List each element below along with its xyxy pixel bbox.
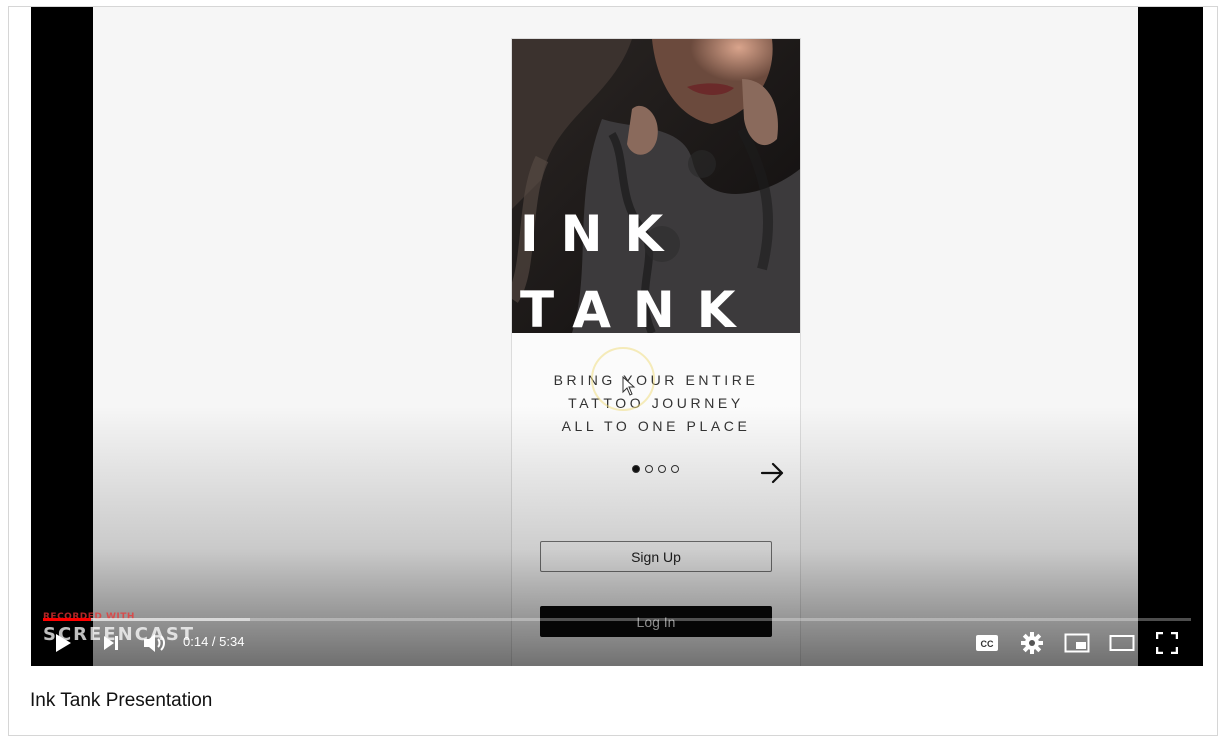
app-mockup: INK TANK BRING YOUR ENTIRE TATTOO JOURNE…	[511, 38, 801, 666]
captions-button[interactable]: CC	[969, 625, 1005, 661]
tagline: BRING YOUR ENTIRE TATTOO JOURNEY ALL TO …	[512, 369, 800, 438]
next-arrow-icon[interactable]	[760, 461, 786, 485]
play-button[interactable]	[45, 625, 81, 661]
next-icon	[104, 636, 118, 650]
brand-line-2: TANK	[520, 281, 758, 333]
theater-icon	[1109, 635, 1135, 651]
hero-image: INK TANK	[512, 39, 800, 333]
miniplayer-button[interactable]	[1059, 625, 1095, 661]
tagline-line: ALL TO ONE PLACE	[561, 418, 751, 434]
time-display: 0:14 / 5:34	[183, 634, 245, 649]
signup-button[interactable]: Sign Up	[540, 541, 772, 572]
cc-icon: CC	[976, 635, 998, 651]
fullscreen-icon	[1156, 632, 1178, 654]
progress-bar[interactable]	[43, 618, 1191, 621]
carousel-dot[interactable]	[671, 465, 679, 473]
mouse-cursor-icon	[622, 376, 636, 396]
carousel-dot[interactable]	[632, 465, 640, 473]
svg-text:CC: CC	[981, 639, 994, 649]
video-title: Ink Tank Presentation	[30, 690, 213, 711]
next-button[interactable]	[93, 625, 129, 661]
play-icon	[56, 634, 71, 652]
tagline-line: BRING YOUR ENTIRE	[553, 372, 759, 388]
video-player[interactable]: INK TANK BRING YOUR ENTIRE TATTOO JOURNE…	[31, 7, 1203, 666]
settings-button[interactable]	[1014, 625, 1050, 661]
brand-line-1: INK	[520, 205, 686, 263]
volume-icon	[144, 634, 165, 652]
miniplayer-icon	[1064, 633, 1090, 653]
fullscreen-button[interactable]	[1149, 625, 1185, 661]
carousel-dot[interactable]	[645, 465, 653, 473]
tagline-line: TATTOO JOURNEY	[568, 395, 744, 411]
player-controls: 0:14 / 5:34 CC	[31, 625, 1203, 661]
volume-button[interactable]	[137, 625, 173, 661]
progress-played	[43, 618, 92, 621]
theater-button[interactable]	[1104, 625, 1140, 661]
carousel-dot[interactable]	[658, 465, 666, 473]
video-frame: INK TANK BRING YOUR ENTIRE TATTOO JOURNE…	[93, 7, 1138, 666]
gear-icon	[1021, 632, 1043, 654]
